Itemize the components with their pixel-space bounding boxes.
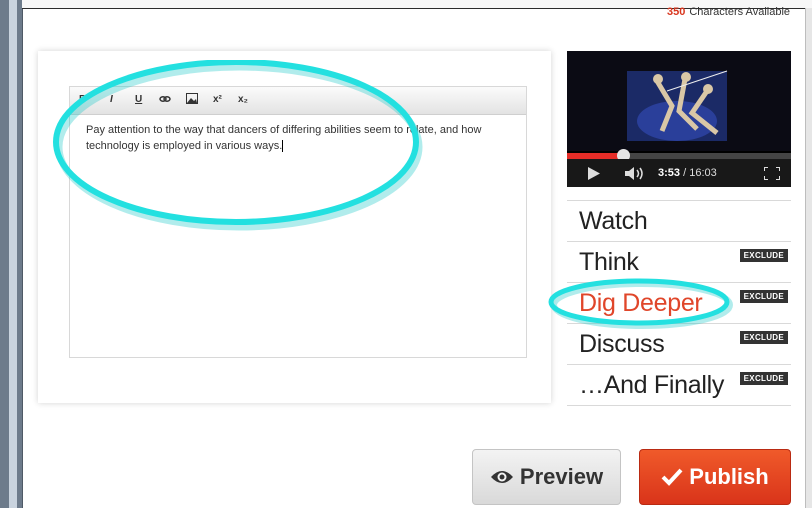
menu-item-label: Dig Deeper	[579, 289, 703, 317]
editor-toolbar: B I U x² x₂	[70, 87, 526, 115]
video-current-time: 3:53	[658, 167, 681, 179]
eye-icon	[490, 471, 513, 483]
video-controls: 3:53 / 16:03	[567, 159, 791, 187]
editor-card: B I U x² x₂ Pay attention to the way tha…	[38, 51, 551, 403]
italic-button[interactable]: I	[110, 93, 113, 107]
character-count-label: Characters Available	[689, 6, 790, 18]
menu-item-and-finally[interactable]: …And Finally EXCLUDE	[567, 364, 791, 406]
menu-item-watch[interactable]: Watch	[567, 200, 791, 241]
menu-item-think[interactable]: Think EXCLUDE	[567, 241, 791, 282]
preview-button[interactable]: Preview	[472, 449, 621, 505]
scrollbar[interactable]	[805, 8, 812, 508]
section-menu: Watch Think EXCLUDE Dig Deeper EXCLUDE D…	[567, 200, 791, 406]
character-counter: 350 Characters Available	[667, 6, 790, 18]
video-time-separator: /	[680, 167, 690, 179]
bold-button[interactable]: B	[79, 93, 86, 107]
underline-button[interactable]: U	[135, 93, 142, 107]
volume-icon[interactable]	[625, 167, 645, 180]
character-count-number: 350	[666, 6, 686, 18]
video-player[interactable]: 3:53 / 16:03	[567, 51, 791, 187]
preview-button-label: Preview	[519, 464, 604, 489]
editor-text: Pay attention to the way that dancers of…	[86, 124, 482, 152]
image-button[interactable]	[186, 93, 198, 107]
menu-item-label: …And Finally	[579, 371, 725, 399]
video-thumbnail	[567, 51, 791, 151]
menu-item-label: Discuss	[579, 330, 665, 358]
menu-item-label: Watch	[579, 207, 648, 235]
rich-text-editor[interactable]: B I U x² x₂ Pay attention to the way tha…	[69, 86, 527, 358]
video-time: 3:53 / 16:03	[658, 167, 717, 179]
exclude-button[interactable]: EXCLUDE	[739, 372, 788, 385]
menu-item-discuss[interactable]: Discuss EXCLUDE	[567, 323, 791, 364]
checkmark-icon	[661, 468, 683, 486]
subscript-button[interactable]: x₂	[238, 93, 248, 107]
publish-button[interactable]: Publish	[639, 449, 791, 505]
publish-button-label: Publish	[689, 464, 769, 489]
menu-item-dig-deeper[interactable]: Dig Deeper EXCLUDE	[567, 282, 791, 323]
video-duration: 16:03	[689, 167, 717, 179]
superscript-button[interactable]: x²	[213, 93, 222, 107]
exclude-button[interactable]: EXCLUDE	[739, 331, 788, 344]
play-icon[interactable]	[588, 167, 600, 180]
link-button[interactable]	[159, 93, 171, 107]
menu-item-label: Think	[579, 248, 639, 276]
link-icon	[159, 96, 171, 102]
exclude-button[interactable]: EXCLUDE	[739, 290, 788, 303]
window-frame-left	[0, 0, 23, 508]
text-caret	[282, 140, 284, 153]
fullscreen-icon[interactable]	[764, 167, 780, 180]
editor-content[interactable]: Pay attention to the way that dancers of…	[86, 122, 516, 154]
image-icon	[186, 93, 198, 104]
exclude-button[interactable]: EXCLUDE	[739, 249, 788, 262]
